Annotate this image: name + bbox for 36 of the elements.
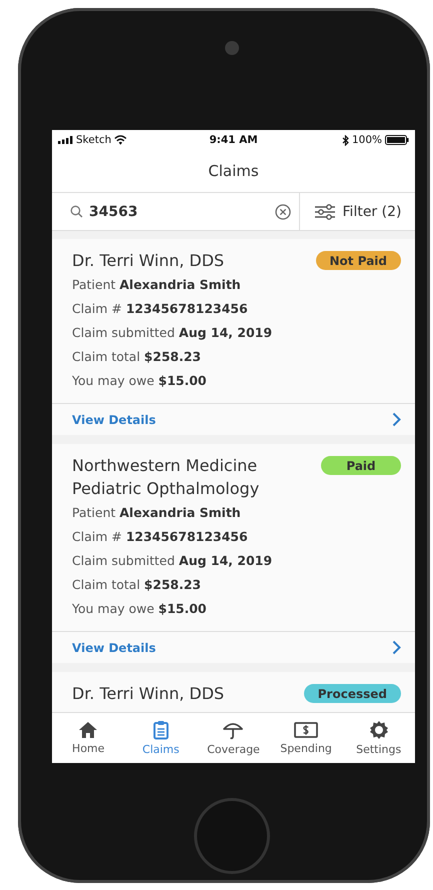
battery-percent: 100% (352, 134, 382, 146)
provider-name: Northwestern Medicine Pediatric Opthalmology (72, 455, 260, 500)
battery-icon (385, 135, 410, 145)
claim-detail: Claim submitted Aug 14, 2019 (72, 552, 274, 570)
status-badge: Not Paid (316, 251, 401, 270)
claim-detail: Patient Alexandria Smith (72, 276, 242, 294)
claim-detail: Claim # 12345678123456 (72, 300, 249, 318)
claim-detail: You may owe $15.00 (72, 600, 208, 618)
claim-detail: Claim total $258.23 (72, 348, 202, 366)
screen-title: Claims (208, 162, 259, 180)
carrier-name: Sketch (76, 134, 112, 146)
chevron-right-icon (392, 640, 401, 655)
settings-icon (368, 720, 389, 740)
sliders-icon (314, 204, 336, 220)
status-badge: Processed (304, 684, 401, 703)
clear-icon[interactable] (275, 204, 291, 220)
claim-detail: You may owe $15.00 (72, 372, 208, 390)
umbrella-icon (222, 720, 244, 740)
chevron-right-icon (392, 412, 401, 427)
claim-detail: Patient Alexandria Smith (72, 504, 242, 522)
home-icon (78, 721, 98, 739)
dollar-bill-icon (294, 721, 318, 739)
search-field[interactable]: 34563 (89, 204, 269, 220)
signal-icon (58, 136, 73, 144)
provider-name: Dr. Terri Winn, DDS (72, 683, 226, 705)
claim-detail: Claim total $258.23 (72, 576, 202, 594)
clipboard-icon (152, 720, 169, 740)
claim-detail: Claim submitted Aug 14, 2019 (72, 324, 274, 342)
bluetooth-icon (342, 134, 349, 146)
camera-dot (225, 41, 239, 55)
status-time: 9:41 AM (209, 134, 258, 146)
status-badge: Paid (321, 456, 401, 475)
wifi-icon (114, 135, 128, 145)
search-icon (70, 205, 83, 218)
provider-name: Dr. Terri Winn, DDS (72, 250, 226, 272)
claim-detail: Claim # 12345678123456 (72, 528, 249, 546)
